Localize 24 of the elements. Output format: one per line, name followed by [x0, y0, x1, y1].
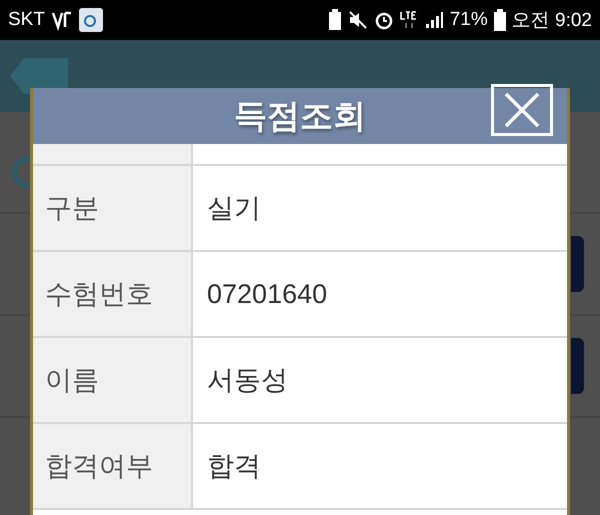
field-label: 구분	[33, 166, 193, 250]
mute-icon	[348, 10, 368, 30]
list-button[interactable]	[571, 236, 584, 292]
field-value: 서동성	[206, 364, 289, 397]
close-button[interactable]	[491, 84, 553, 136]
field-value: 실기	[206, 192, 262, 225]
battery-icon	[494, 9, 506, 31]
app-icon	[78, 8, 103, 32]
battery-saver-icon	[328, 9, 342, 31]
field-label: 합격여부	[33, 424, 193, 508]
close-icon	[502, 92, 542, 128]
field-label: 이름	[33, 338, 193, 422]
battery-percent: 71%	[450, 9, 488, 31]
alarm-icon	[374, 10, 394, 30]
carrier-name: SKT	[8, 9, 45, 31]
clock: 오전 9:02	[512, 9, 592, 33]
list-button[interactable]	[571, 338, 584, 394]
field-value: 합격	[206, 450, 262, 483]
dialog-title: 득점조회	[234, 94, 366, 136]
field-value: 07201640	[206, 278, 328, 310]
signal-icon	[424, 10, 444, 30]
field-label: 수험번호	[33, 252, 193, 336]
volte-icon	[50, 9, 73, 31]
lte-icon	[400, 10, 418, 30]
